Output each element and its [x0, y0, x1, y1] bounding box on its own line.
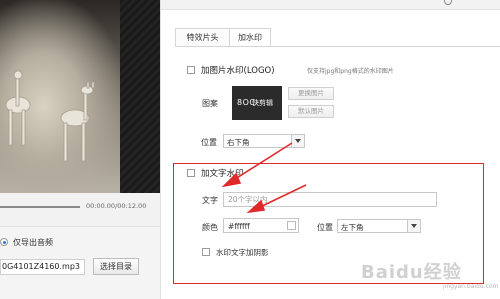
watermark-color-value: #ffffff [228, 222, 250, 231]
playback-time: 00:00.00/00:12.00 [86, 202, 147, 210]
video-figurines-image [5, 70, 95, 162]
image-position-label: 位置 [201, 138, 217, 147]
baidu-watermark-url: jingyan.baidu.com [443, 283, 499, 290]
settings-tabs: 特效片头 加水印 [175, 28, 271, 47]
watermark-text-label: 文字 [202, 196, 218, 205]
output-filename-field[interactable]: 0G4101Z4160.mp3 [0, 259, 85, 275]
account-icon[interactable] [444, 0, 452, 5]
text-watermark-label: 加文字水印 [201, 169, 244, 179]
text-position-value: 左下角 [341, 223, 364, 232]
panel-top-bar [161, 0, 500, 10]
watermark-text-input[interactable] [224, 193, 436, 206]
change-image-button[interactable]: 更换图片 [288, 87, 334, 100]
left-pane: 00:00.00/00:12.00 仅导出音频 0G4101Z4160.mp3 … [0, 0, 160, 299]
video-preview[interactable] [0, 0, 160, 193]
baidu-watermark: Baidu经验 [361, 262, 462, 283]
watermark-color-field[interactable]: #ffffff [223, 218, 299, 233]
text-position-label: 位置 [317, 223, 333, 232]
text-shadow-checkbox[interactable] [202, 248, 210, 256]
text-position-select[interactable]: 左下角 [337, 219, 421, 233]
tab-add-watermark[interactable]: 加水印 [229, 28, 271, 47]
player-controls: 00:00.00/00:12.00 [0, 193, 160, 227]
settings-panel: 特效片头 加水印 加图片水印(LOGO) 仅支持jpg和png格式的水印图片 图… [160, 0, 500, 299]
tab-intro-effects[interactable]: 特效片头 [175, 28, 230, 47]
text-watermark-checkbox[interactable] [187, 169, 195, 177]
chevron-down-icon[interactable] [291, 135, 304, 147]
video-dark-strip [120, 0, 160, 193]
default-image-button[interactable]: 默认图片 [288, 105, 334, 118]
export-audio-radio[interactable] [0, 238, 8, 246]
image-position-select[interactable]: 右下角 [223, 134, 305, 148]
color-swatch[interactable] [287, 221, 296, 230]
watermark-color-label: 颜色 [202, 223, 218, 232]
export-audio-option[interactable]: 仅导出音频 [0, 236, 53, 248]
image-watermark-checkbox[interactable] [187, 66, 195, 74]
image-watermark-label: 加图片水印(LOGO) [201, 66, 275, 76]
logo-word: 快剪辑 [252, 99, 273, 107]
text-shadow-label: 水印文字加阴影 [216, 248, 269, 257]
logo-preview: 8OC 快剪辑 [232, 86, 282, 120]
image-position-value: 右下角 [227, 138, 250, 147]
tab-divider [175, 46, 500, 47]
export-audio-label: 仅导出音频 [13, 237, 53, 247]
seek-bar[interactable] [0, 206, 80, 208]
pattern-label: 图案 [202, 99, 218, 108]
image-watermark-hint: 仅支持jpg和png格式的水印图片 [307, 68, 394, 75]
watermark-text-field[interactable] [223, 192, 437, 207]
choose-directory-button[interactable]: 选择目录 [93, 258, 139, 275]
chevron-down-icon[interactable] [407, 220, 420, 232]
